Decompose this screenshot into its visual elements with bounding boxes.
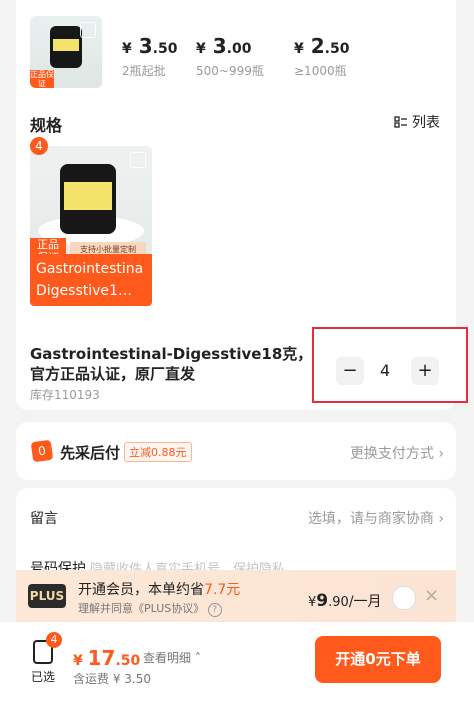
discount-badge: 立减0.88元 xyxy=(124,442,192,462)
plus-agreement[interactable]: 理解并同意《PLUS协议》 ? xyxy=(78,600,222,617)
info-icon[interactable]: ? xyxy=(207,603,222,617)
plus-select-radio[interactable] xyxy=(392,586,416,610)
plus-logo: PLUS xyxy=(28,584,66,608)
pay-later-icon: 0 xyxy=(30,439,54,463)
product-thumbnail-small[interactable]: 正品保证 xyxy=(30,16,102,88)
change-payment-link[interactable]: 更换支付方式 › xyxy=(350,443,444,463)
bottle-label xyxy=(64,182,112,210)
sku-count-badge: 4 xyxy=(30,137,48,155)
selected-label[interactable]: 已选 xyxy=(31,668,55,685)
close-icon[interactable]: × xyxy=(424,585,439,606)
total-price: ¥ 17.50 xyxy=(73,646,141,670)
chevron-right-icon: › xyxy=(438,511,444,527)
authentic-badge: 正品保证 xyxy=(30,70,54,88)
sku-option-image[interactable]: 正品保证 支持小批量定制 Gastrointestina Digesstive1… xyxy=(30,146,152,306)
zoom-icon[interactable] xyxy=(130,152,146,168)
list-icon xyxy=(394,116,407,128)
sku-option-name: Gastrointestina Digesstive1… xyxy=(30,254,152,306)
shipping-fee: 含运费 ¥ 3.50 xyxy=(73,672,151,686)
increase-button[interactable]: + xyxy=(411,357,439,385)
plus-price: ¥9.90/一月 xyxy=(308,591,382,611)
plus-offer-text: 开通会员，本单约省7.7元 xyxy=(78,582,241,598)
remarks-label: 留言 xyxy=(30,511,58,527)
price-tier-2: ¥ 3.00 500~999瓶 xyxy=(196,34,264,78)
chevron-right-icon: › xyxy=(438,446,444,462)
quantity-value[interactable]: 4 xyxy=(380,361,390,380)
price-tier-1: ¥ 3.50 2瓶起批 xyxy=(122,34,178,78)
view-details-link[interactable]: 查看明细 ˄ xyxy=(143,649,201,666)
pay-later-title: 先采后付 xyxy=(60,444,121,462)
list-view-toggle[interactable]: 列表 xyxy=(394,112,440,132)
remarks-input[interactable]: 选填，请与商家协商 › xyxy=(308,508,444,528)
zoom-icon[interactable] xyxy=(80,22,96,38)
product-title: Gastrointestinal-Digesstive18克，官方正品认证，原厂… xyxy=(30,345,313,383)
price-tier-3: ¥ 2.50 ≥1000瓶 xyxy=(294,34,350,78)
chevron-up-icon: ˄ xyxy=(191,651,201,665)
spec-title: 规格 xyxy=(30,116,63,135)
bottle-label xyxy=(53,39,79,51)
decrease-button[interactable]: − xyxy=(336,357,364,385)
stock-count: 库存110193 xyxy=(30,388,100,402)
selected-count-badge: 4 xyxy=(46,632,62,648)
place-order-button[interactable]: 开通0元下单 xyxy=(315,636,441,683)
